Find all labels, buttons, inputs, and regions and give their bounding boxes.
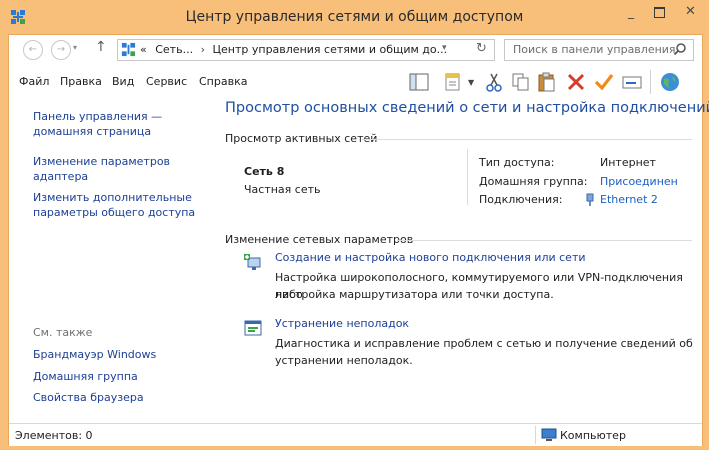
breadcrumb-item[interactable]: Центр управления сетями и общим до... — [212, 43, 447, 56]
refresh-icon[interactable]: ↻ — [476, 41, 487, 56]
copy-icon[interactable] — [510, 71, 532, 93]
check-icon[interactable] — [593, 71, 615, 93]
address-row: ← → ▾ ↑ « Сеть... › Центр управления сет… — [9, 35, 702, 65]
window: Центр управления сетями и общим доступом… — [0, 0, 709, 450]
new-connection-link[interactable]: Создание и настройка нового подключения … — [275, 251, 586, 264]
access-type-value: Интернет — [600, 156, 656, 169]
close-button[interactable]: ✕ — [672, 2, 709, 22]
section-divider — [362, 139, 692, 140]
homegroup-link[interactable]: Домашняя группа — [33, 369, 138, 384]
windows-firewall-link[interactable]: Брандмауэр Windows — [33, 347, 156, 362]
up-arrow-button[interactable]: ↑ — [95, 39, 107, 55]
menu-toolbar-row: Файл Правка Вид Сервис Справка ▼ — [9, 65, 702, 99]
menu-view[interactable]: Вид — [112, 75, 134, 88]
minimize-button[interactable]: _ — [617, 2, 645, 22]
main-pane: Просмотр основных сведений о сети и наст… — [209, 99, 709, 429]
control-panel-home-link[interactable]: Панель управления — — [33, 109, 162, 124]
access-type-label: Тип доступа: — [479, 156, 555, 169]
troubleshoot-description: Диагностика и исправление проблем с сеть… — [275, 337, 693, 350]
left-pane: Панель управления — домашняя страница Из… — [9, 99, 209, 429]
location-zone: Компьютер — [560, 429, 626, 442]
rename-icon[interactable] — [621, 71, 643, 93]
back-button[interactable]: ← — [23, 40, 43, 60]
breadcrumb: « Сеть... › Центр управления сетями и об… — [140, 43, 447, 56]
cut-icon[interactable] — [483, 71, 505, 93]
troubleshoot-icon[interactable] — [243, 318, 263, 338]
breadcrumb-separator-icon[interactable]: › — [201, 43, 205, 56]
advanced-sharing-settings-link[interactable]: параметры общего доступа — [33, 205, 195, 220]
item-count: Элементов: 0 — [15, 429, 93, 442]
layout-icon[interactable] — [408, 71, 430, 93]
properties-dropdown-icon[interactable]: ▼ — [468, 78, 474, 87]
globe-icon[interactable] — [659, 71, 681, 93]
change-adapter-settings-link[interactable]: адаптера — [33, 169, 88, 184]
homegroup-status-link[interactable]: Присоединен — [600, 175, 678, 188]
internet-options-link[interactable]: Свойства браузера — [33, 390, 144, 405]
maximize-icon — [653, 7, 665, 18]
paste-icon[interactable] — [536, 71, 558, 93]
breadcrumb-overflow[interactable]: « — [140, 43, 147, 56]
delete-icon[interactable] — [565, 71, 587, 93]
network-location-icon — [121, 42, 136, 57]
homegroup-label: Домашняя группа: — [479, 175, 588, 188]
new-connection-description: настройка маршрутизатора или точки досту… — [275, 288, 554, 301]
search-icon[interactable] — [673, 42, 687, 56]
troubleshoot-description: устранении неполадок. — [275, 354, 413, 367]
menu-file[interactable]: Файл — [19, 75, 49, 88]
advanced-sharing-settings-link[interactable]: Изменить дополнительные — [33, 190, 192, 205]
status-divider — [535, 426, 536, 444]
window-client: ← → ▾ ↑ « Сеть... › Центр управления сет… — [8, 34, 709, 446]
breadcrumb-item[interactable]: Сеть... — [155, 43, 193, 56]
ethernet-connection-link[interactable]: Ethernet 2 — [600, 193, 658, 206]
properties-icon[interactable] — [443, 71, 465, 93]
menu-edit[interactable]: Правка — [60, 75, 102, 88]
search-placeholder: Поиск в панели управления — [513, 43, 676, 56]
computer-icon — [541, 428, 557, 441]
change-adapter-settings-link[interactable]: Изменение параметров — [33, 154, 170, 169]
section-divider — [397, 240, 692, 241]
active-networks-title: Просмотр активных сетей — [225, 132, 378, 145]
recent-locations-chevron-icon[interactable]: ▾ — [73, 43, 77, 52]
address-bar[interactable]: « Сеть... › Центр управления сетями и об… — [117, 39, 495, 61]
new-connection-icon[interactable] — [243, 253, 263, 273]
network-name: Сеть 8 — [244, 165, 285, 178]
network-type: Частная сеть — [244, 183, 321, 196]
see-also-label: См. также — [33, 326, 93, 339]
maximize-button[interactable] — [645, 2, 673, 22]
network-divider — [467, 149, 468, 205]
menu-help[interactable]: Справка — [199, 75, 247, 88]
troubleshoot-link[interactable]: Устранение неполадок — [275, 317, 409, 330]
menu-tools[interactable]: Сервис — [146, 75, 187, 88]
window-title: Центр управления сетями и общим доступом — [185, 9, 524, 25]
page-title: Просмотр основных сведений о сети и наст… — [225, 100, 709, 116]
title-bar[interactable]: Центр управления сетями и общим доступом… — [0, 0, 709, 34]
forward-button[interactable]: → — [51, 40, 71, 60]
ethernet-plug-icon — [586, 193, 594, 206]
status-bar: Элементов: 0 Компьютер — [9, 423, 702, 446]
control-panel-home-link[interactable]: домашняя страница — [33, 124, 151, 139]
connections-label: Подключения: — [479, 193, 563, 206]
toolbar-separator — [650, 70, 651, 94]
address-dropdown-icon[interactable]: ▾ — [442, 43, 447, 53]
search-input[interactable]: Поиск в панели управления — [504, 39, 694, 61]
change-settings-title: Изменение сетевых параметров — [225, 233, 414, 246]
